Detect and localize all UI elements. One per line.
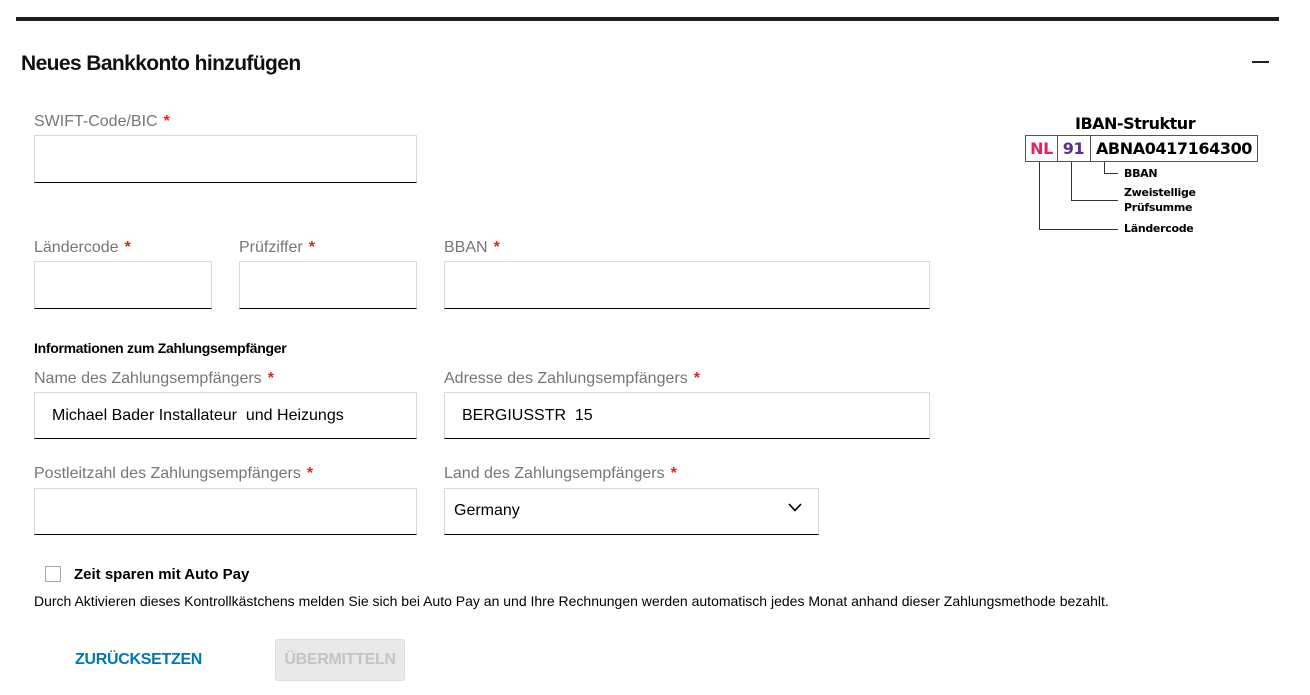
- top-divider: [16, 17, 1279, 21]
- payee-address-label: Adresse des Zahlungsempfängers *: [444, 370, 700, 387]
- laendercode-input[interactable]: [34, 261, 212, 309]
- required-mark: *: [693, 370, 700, 387]
- bban-connector: [1104, 173, 1118, 174]
- bban-label: BBAN *: [444, 239, 500, 256]
- chevron-down-icon: [788, 503, 802, 512]
- payee-zip-input[interactable]: [34, 488, 417, 535]
- iban-note-check-line2: Prüfsumme: [1124, 201, 1193, 214]
- pruefziffer-label: Prüfziffer *: [239, 239, 315, 256]
- check-connector: [1071, 200, 1118, 201]
- payee-name-input[interactable]: [34, 392, 417, 439]
- required-mark: *: [670, 465, 677, 482]
- required-mark: *: [306, 465, 314, 482]
- iban-country-box: NL: [1025, 135, 1058, 162]
- swift-input[interactable]: [34, 135, 417, 183]
- payee-name-label: Name des Zahlungsempfängers *: [34, 370, 274, 387]
- bban-input[interactable]: [444, 261, 930, 309]
- iban-note-bban: BBAN: [1124, 167, 1158, 180]
- check-connector: [1071, 162, 1072, 201]
- required-mark: *: [493, 239, 500, 256]
- autopay-description: Durch Aktivieren dieses Kontrollkästchen…: [34, 593, 1109, 609]
- iban-structure-title: IBAN-Struktur: [1075, 114, 1196, 133]
- page-title: Neues Bankkonto hinzufügen: [21, 52, 301, 75]
- laendercode-label: Ländercode *: [34, 239, 131, 256]
- iban-check-box: 91: [1057, 135, 1091, 162]
- submit-button[interactable]: ÜBERMITTELN: [275, 639, 405, 681]
- payee-country-value: Germany: [454, 502, 520, 519]
- payee-zip-label: Postleitzahl des Zahlungsempfängers *: [34, 465, 314, 482]
- required-mark: *: [163, 113, 170, 130]
- payee-address-input[interactable]: [444, 392, 930, 439]
- autopay-checkbox[interactable]: [45, 566, 61, 582]
- iban-note-check-line1: Zweistellige: [1124, 186, 1196, 199]
- payee-section-title: Informationen zum Zahlungsempfänger: [34, 340, 287, 356]
- reset-button[interactable]: ZURÜCKSETZEN: [75, 651, 202, 669]
- pruefziffer-input[interactable]: [239, 261, 417, 309]
- required-mark: *: [308, 239, 315, 256]
- required-mark: *: [267, 370, 274, 387]
- swift-label: SWIFT-Code/BIC *: [34, 113, 170, 130]
- collapse-icon[interactable]: [1252, 61, 1269, 63]
- iban-bban-box: ABNA0417164300: [1090, 135, 1258, 162]
- required-mark: *: [124, 239, 131, 256]
- autopay-label[interactable]: Zeit sparen mit Auto Pay: [74, 566, 249, 583]
- payee-country-label: Land des Zahlungsempfängers *: [444, 465, 677, 482]
- iban-note-country: Ländercode: [1124, 222, 1194, 235]
- country-connector: [1039, 162, 1040, 230]
- country-connector: [1039, 229, 1118, 230]
- payee-country-select[interactable]: Germany: [444, 488, 819, 535]
